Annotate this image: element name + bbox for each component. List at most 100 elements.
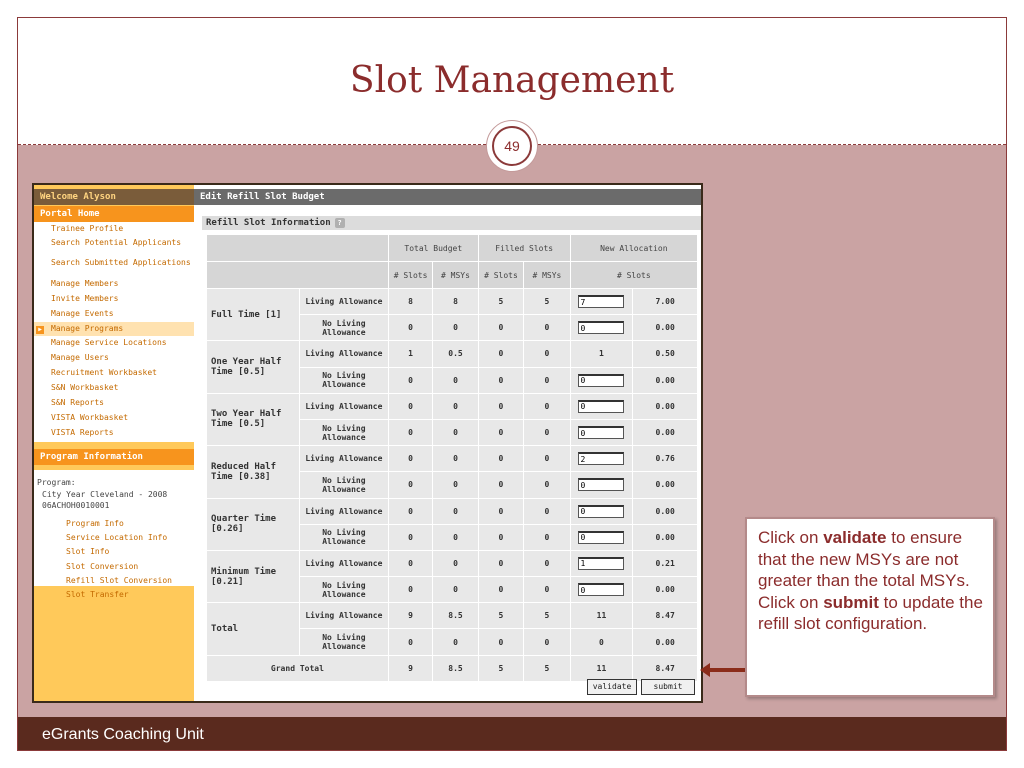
- total-slots-cell: 0: [387, 523, 434, 551]
- allowance-label: Living Allowance: [298, 392, 389, 420]
- allowance-label: Living Allowance: [298, 340, 389, 368]
- validate-button[interactable]: validate: [587, 679, 637, 695]
- new-slots-input[interactable]: [578, 321, 625, 335]
- allowance-label: Living Allowance: [298, 602, 389, 630]
- allowance-label: No Living Allowance: [298, 471, 389, 499]
- new-slots-input[interactable]: [578, 399, 625, 413]
- row-label: Two Year Half Time [0.5]: [206, 392, 300, 447]
- filled-msys-cell: 0: [523, 471, 571, 499]
- sidebar-item-s-n-workbasket[interactable]: S&N Workbasket: [34, 381, 194, 396]
- sidebar-item-manage-programs[interactable]: ▶ Manage Programs: [34, 321, 194, 337]
- program-information-header: Program Information: [34, 449, 194, 465]
- row-label: Reduced Half Time [0.38]: [206, 445, 300, 499]
- total-msys-cell: 8.5: [432, 602, 479, 630]
- new-slots-cell: 1: [569, 340, 634, 368]
- sidebar-item-manage-service-locations[interactable]: Manage Service Locations: [34, 336, 194, 351]
- sidebar-item-recruitment-workbasket[interactable]: Recruitment Workbasket: [34, 366, 194, 381]
- new-slots-cell: 0: [569, 628, 634, 656]
- total-slots-cell: 0: [387, 628, 434, 656]
- new-slots-input[interactable]: [578, 478, 625, 492]
- sidebar-item-search-submitted-applications[interactable]: Search Submitted Applications: [34, 257, 194, 277]
- filled-msys-cell: 0: [523, 366, 571, 394]
- new-slots-input[interactable]: [578, 504, 625, 518]
- new-slots-input[interactable]: [578, 373, 625, 387]
- new-msys-cell: 0.00: [632, 471, 698, 499]
- filled-slots-cell: 5: [477, 602, 525, 630]
- new-slots-input[interactable]: [578, 556, 625, 570]
- grand-total-label: Grand Total: [206, 654, 389, 682]
- sidebar-item-trainee-profile[interactable]: Trainee Profile: [34, 222, 194, 237]
- new-slots-cell: [569, 314, 634, 342]
- new-slots-cell: [569, 366, 634, 394]
- sidebar-item-label: S&N Workbasket: [51, 383, 119, 393]
- program-link-program-info[interactable]: Program Info: [34, 517, 194, 531]
- slide-title: Slot Management: [349, 60, 675, 101]
- program-label: Program:: [37, 478, 76, 487]
- new-msys-cell: 0.00: [632, 497, 698, 525]
- welcome-label: Welcome Alyson: [34, 189, 194, 205]
- new-slots-input[interactable]: [578, 583, 625, 597]
- sidebar-item-s-n-reports[interactable]: S&N Reports: [34, 396, 194, 411]
- row-label: Full Time [1]: [206, 287, 300, 342]
- filled-msys-cell: 0: [523, 549, 571, 578]
- grand-total-filled-msys: 5: [523, 654, 571, 682]
- program-link-slot-transfer[interactable]: Slot Transfer: [34, 588, 194, 602]
- row-label: Total: [206, 602, 300, 656]
- filled-slots-cell: 5: [477, 287, 525, 316]
- row-label: One Year Half Time [0.5]: [206, 340, 300, 394]
- portal-home-link[interactable]: Portal Home: [34, 206, 194, 222]
- new-msys-cell: 8.47: [632, 602, 698, 630]
- new-msys-cell: 7.00: [632, 287, 698, 316]
- program-links: Program Info Service Location Info Slot In…: [34, 511, 194, 602]
- total-slots-cell: 0: [387, 366, 434, 394]
- new-slots-cell: [569, 471, 634, 499]
- program-link-refill-slot-conversion[interactable]: Refill Slot Conversion: [34, 574, 194, 588]
- filled-msys-cell: 0: [523, 628, 571, 656]
- sidebar-item-invite-members[interactable]: Invite Members: [34, 292, 194, 307]
- total-slots-cell: 0: [387, 497, 434, 525]
- sidebar-item-manage-events[interactable]: Manage Events: [34, 307, 194, 322]
- grand-total-filled-slots: 5: [477, 654, 525, 682]
- submit-button[interactable]: submit: [641, 679, 695, 695]
- filled-slots-cell: 0: [477, 445, 525, 473]
- sidebar-item-label: Manage Programs: [51, 323, 124, 333]
- grand-total-new-msys: 8.47: [632, 654, 698, 682]
- allowance-label: No Living Allowance: [298, 576, 389, 604]
- program-link-slot-info[interactable]: Slot Info: [34, 545, 194, 559]
- col-new-slots: # Slots: [569, 261, 699, 289]
- total-msys-cell: 0: [432, 576, 479, 604]
- sidebar-item-vista-reports[interactable]: VISTA Reports: [34, 426, 194, 441]
- sidebar-item-search-potential-applicants[interactable]: Search Potential Applicants: [34, 237, 194, 257]
- filled-slots-cell: 0: [477, 366, 525, 394]
- new-msys-cell: 0.00: [632, 523, 698, 551]
- new-slots-cell: [569, 576, 634, 604]
- section-title: Refill Slot Information: [206, 218, 331, 228]
- program-link-service-location-info[interactable]: Service Location Info: [34, 531, 194, 545]
- filled-msys-cell: 0: [523, 576, 571, 604]
- total-msys-cell: 0.5: [432, 340, 479, 368]
- new-msys-cell: 0.00: [632, 314, 698, 342]
- total-msys-cell: 8: [432, 287, 479, 316]
- total-msys-cell: 0: [432, 418, 479, 447]
- sidebar-item-vista-workbasket[interactable]: VISTA Workbasket: [34, 411, 194, 426]
- total-msys-cell: 0: [432, 497, 479, 525]
- total-slots-cell: 0: [387, 471, 434, 499]
- new-slots-cell: [569, 549, 634, 578]
- table-row: Quarter Time [0.26] Living Allowance 0 0 0 0 0…: [206, 497, 698, 551]
- sidebar-item-manage-users[interactable]: Manage Users: [34, 351, 194, 366]
- table-row: Two Year Half Time [0.5] Living Allowance…: [206, 392, 698, 447]
- new-slots-input[interactable]: [578, 295, 625, 309]
- total-slots-cell: 0: [387, 445, 434, 473]
- sidebar-item-manage-members[interactable]: Manage Members: [34, 277, 194, 292]
- row-label: Minimum Time [0.21]: [206, 549, 300, 604]
- new-slots-input[interactable]: [578, 426, 625, 440]
- total-msys-cell: 0: [432, 445, 479, 473]
- new-msys-cell: 0.00: [632, 392, 698, 420]
- program-link-slot-conversion[interactable]: Slot Conversion: [34, 560, 194, 574]
- sidebar-item-label: Search Submitted Applications: [51, 257, 191, 267]
- new-slots-input[interactable]: [578, 452, 625, 466]
- help-icon[interactable]: ?: [334, 218, 345, 228]
- row-label: Quarter Time [0.26]: [206, 497, 300, 551]
- sidebar-item-label: Manage Service Locations: [51, 338, 167, 348]
- new-slots-input[interactable]: [578, 530, 625, 544]
